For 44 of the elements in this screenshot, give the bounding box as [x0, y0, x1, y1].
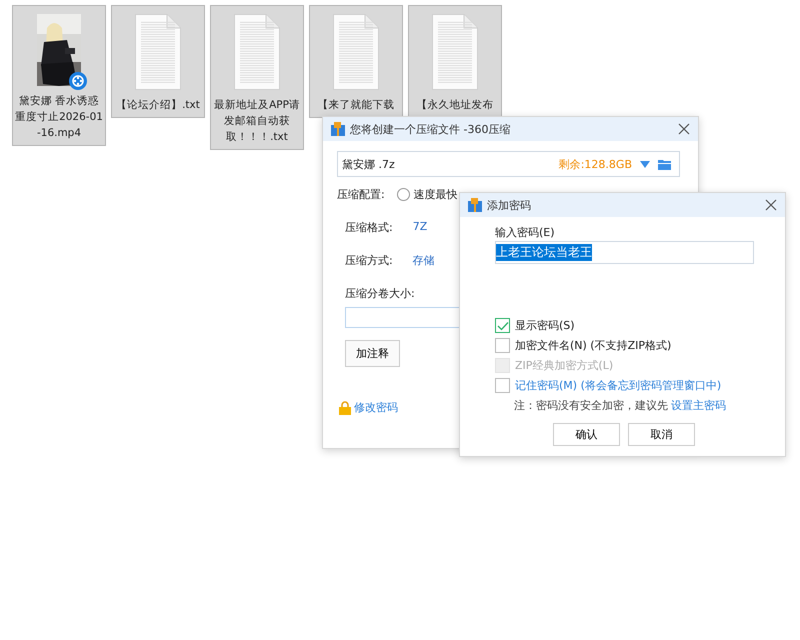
- option-checkbox[interactable]: 记住密码(M) (将会备忘到密码管理窗口中): [495, 377, 722, 394]
- text-file-icon: [432, 14, 478, 90]
- file-tile[interactable]: 【来了就能下载: [309, 5, 403, 118]
- change-password-link[interactable]: 修改密码: [354, 400, 398, 415]
- file-tile[interactable]: 最新地址及APP请发邮箱自动获取！！！.txt: [210, 5, 304, 150]
- window-title: 您将创建一个压缩文件 -360压缩: [350, 122, 512, 136]
- setting-label: 压缩方式:: [345, 253, 393, 268]
- comment-button[interactable]: 加注释: [345, 340, 400, 367]
- master-password-link[interactable]: 设置主密码: [671, 399, 726, 412]
- setting-value[interactable]: 7Z: [412, 220, 428, 235]
- dropdown-icon[interactable]: [640, 160, 650, 168]
- close-icon[interactable]: [678, 123, 690, 135]
- setting-value[interactable]: 存储: [412, 253, 435, 268]
- close-icon[interactable]: [765, 199, 777, 211]
- check-icon: [496, 320, 508, 330]
- text-file-icon: [135, 14, 181, 90]
- file-name: 黛安娜 香水诱惑重度寸止2026-01-16.mp4: [15, 94, 103, 141]
- file-name: 【来了就能下载: [318, 98, 394, 113]
- option-checkbox[interactable]: 显示密码(S): [495, 317, 722, 334]
- file-name: 【永久地址发布: [416, 98, 494, 113]
- folder-icon[interactable]: [658, 158, 671, 170]
- text-file-icon: [234, 14, 280, 90]
- video-badge-icon: [69, 72, 87, 90]
- path-field[interactable]: 黛安娜 .7z 剩余:128.8GB: [337, 151, 680, 177]
- file-tile[interactable]: 【论坛介绍】.txt: [111, 5, 205, 118]
- dialog-title: 添加密码: [487, 198, 532, 212]
- password-label: 输入密码(E): [495, 225, 555, 240]
- file-tile[interactable]: 【永久地址发布: [408, 5, 502, 118]
- note-text: 注：密码没有安全加密，建议先: [514, 399, 668, 412]
- file-name: 最新地址及APP请发邮箱自动获取！！！.txt: [213, 98, 301, 145]
- setting-label: 压缩格式:: [345, 220, 393, 235]
- dialog-button[interactable]: 确认: [553, 423, 620, 446]
- file-tile[interactable]: 黛安娜 香水诱惑重度寸止2026-01-16.mp4: [12, 5, 106, 146]
- volume-label: 压缩分卷大小:: [345, 286, 415, 301]
- speed-radio[interactable]: 速度最快: [396, 187, 458, 202]
- archive-icon: [468, 198, 482, 212]
- file-name: 【论坛介绍】.txt: [116, 98, 200, 113]
- lock-icon: [339, 400, 351, 414]
- config-label: 压缩配置:: [337, 187, 385, 202]
- text-file-icon: [333, 14, 379, 90]
- password-field[interactable]: 上老王论坛当老王: [495, 241, 754, 264]
- dialog-button[interactable]: 取消: [628, 423, 695, 446]
- archive-icon: [331, 122, 345, 136]
- option-checkbox[interactable]: 加密文件名(N) (不支持ZIP格式): [495, 337, 722, 354]
